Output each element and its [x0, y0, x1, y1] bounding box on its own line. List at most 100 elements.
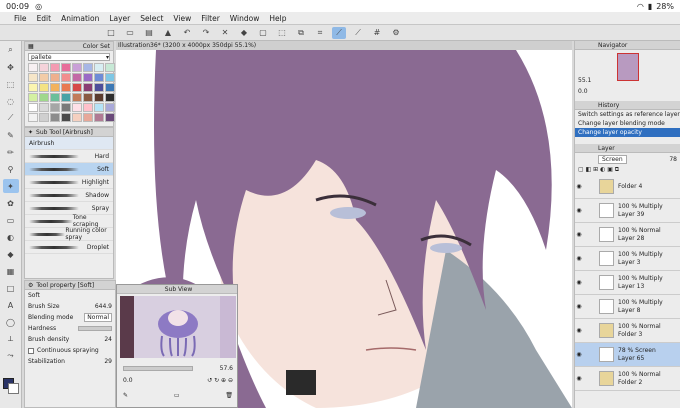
- eye-icon[interactable]: ◉: [575, 207, 583, 214]
- palette-swatch[interactable]: [83, 73, 93, 82]
- palette-swatch[interactable]: [105, 73, 115, 82]
- airbrush-tool-icon[interactable]: ✦: [2, 179, 19, 193]
- trash-icon[interactable]: 🗑: [225, 392, 233, 399]
- palette-swatch[interactable]: [94, 103, 104, 112]
- continuous-checkbox[interactable]: [28, 347, 34, 354]
- palette-swatch[interactable]: [28, 73, 38, 82]
- menu-animation[interactable]: Animation: [61, 14, 99, 23]
- hardness-slider[interactable]: [78, 326, 112, 331]
- eraser-tool-icon[interactable]: ▭: [3, 213, 19, 227]
- layer-row[interactable]: ◉ 100 % Multiply Layer 13: [575, 271, 680, 295]
- move-tool-icon[interactable]: ✥: [3, 60, 19, 74]
- layer-opacity-value[interactable]: 78: [669, 156, 677, 163]
- palette-swatch[interactable]: [39, 63, 49, 72]
- palette-swatch[interactable]: [94, 83, 104, 92]
- palette-swatch[interactable]: [72, 73, 82, 82]
- correct-line-tool-icon[interactable]: ⤳: [3, 349, 19, 363]
- sub-view-zoom-value[interactable]: 57.6: [220, 365, 233, 372]
- snap-ruler-icon[interactable]: ⟋: [332, 26, 346, 39]
- palette-swatch[interactable]: [83, 113, 93, 122]
- sub-view-zoom-row[interactable]: 57.6: [120, 363, 236, 374]
- eyedropper-icon[interactable]: ✎: [123, 392, 128, 399]
- brush-density-value[interactable]: 24: [104, 336, 112, 343]
- palette-swatch[interactable]: [83, 93, 93, 102]
- palette-swatch[interactable]: [72, 83, 82, 92]
- brush-tool-icon[interactable]: ⚲: [3, 162, 19, 176]
- menu-select[interactable]: Select: [140, 14, 163, 23]
- menu-view[interactable]: View: [173, 14, 191, 23]
- palette-swatch[interactable]: [50, 93, 60, 102]
- open-icon[interactable]: ▭: [123, 27, 137, 39]
- brush-item[interactable]: Highlight: [25, 176, 113, 189]
- navigator-zoom-value[interactable]: 55.1: [578, 77, 591, 84]
- palette-swatch[interactable]: [61, 113, 71, 122]
- layer-row[interactable]: ◉ 78 % Screen Layer 65: [575, 343, 680, 367]
- select-tool-icon[interactable]: ⬚: [3, 77, 19, 91]
- palette-swatch[interactable]: [39, 93, 49, 102]
- zoom-tool-icon[interactable]: ⌕: [3, 43, 19, 57]
- palette-swatch[interactable]: [94, 93, 104, 102]
- sub-view-image[interactable]: [120, 296, 236, 358]
- menu-layer[interactable]: Layer: [109, 14, 130, 23]
- settings-icon[interactable]: ⚙: [389, 27, 403, 39]
- undo-icon[interactable]: ↶: [180, 27, 194, 39]
- history-item[interactable]: Change layer blending mode: [575, 119, 680, 128]
- transform-icon[interactable]: ▢: [256, 27, 270, 39]
- sub-tool-group-tab[interactable]: Airbrush: [25, 137, 113, 150]
- fill-icon[interactable]: ◆: [237, 27, 251, 39]
- text-tool-icon[interactable]: A: [3, 298, 19, 312]
- crop-icon[interactable]: ⌗: [313, 27, 327, 39]
- brush-size-row[interactable]: Brush Size 644.9: [25, 301, 115, 312]
- menu-window[interactable]: Window: [230, 14, 260, 23]
- folder-icon[interactable]: ▭: [174, 392, 180, 399]
- palette-swatch[interactable]: [105, 103, 115, 112]
- snap-special-icon[interactable]: ⟋: [351, 27, 365, 39]
- redo-icon[interactable]: ↷: [199, 27, 213, 39]
- gradient-tool-icon[interactable]: ▦: [3, 264, 19, 278]
- layer-folder-row[interactable]: ◉ 100 % Normal Folder 2: [575, 367, 680, 391]
- palette-swatch[interactable]: [105, 63, 115, 72]
- eye-icon[interactable]: ◉: [575, 351, 583, 358]
- menu-help[interactable]: Help: [269, 14, 286, 23]
- palette-swatch[interactable]: [83, 103, 93, 112]
- palette-swatch[interactable]: [39, 83, 49, 92]
- palette-swatch[interactable]: [61, 93, 71, 102]
- palette-swatch[interactable]: [83, 63, 93, 72]
- layer-folder-row[interactable]: ◉ 100 % Normal Folder 3: [575, 319, 680, 343]
- palette-swatch[interactable]: [105, 83, 115, 92]
- layer-row[interactable]: ◉ 100 % Multiply Layer 39: [575, 199, 680, 223]
- layer-row[interactable]: ◉ 100 % Multiply Layer 8: [575, 295, 680, 319]
- sub-view-rotation-value[interactable]: 0.0: [123, 377, 133, 384]
- palette-swatch[interactable]: [28, 83, 38, 92]
- export-icon[interactable]: ▲: [161, 27, 175, 39]
- palette-swatch[interactable]: [50, 73, 60, 82]
- palette-swatch[interactable]: [50, 103, 60, 112]
- layer-row[interactable]: ◉ 100 % Multiply Layer 3: [575, 247, 680, 271]
- palette-swatch[interactable]: [50, 113, 60, 122]
- palette-swatch[interactable]: [105, 93, 115, 102]
- navigator-rotation-value[interactable]: 0.0: [578, 88, 588, 95]
- palette-swatch[interactable]: [28, 113, 38, 122]
- save-icon[interactable]: ▤: [142, 27, 156, 39]
- snap-grid-icon[interactable]: #: [370, 27, 384, 39]
- palette-swatch[interactable]: [50, 63, 60, 72]
- canvas-tab[interactable]: Illustration36* (3200 x 4000px 350dpi 55…: [116, 41, 572, 50]
- invert-icon[interactable]: ⧉: [294, 27, 308, 39]
- menu-file[interactable]: File: [14, 14, 27, 23]
- eye-icon[interactable]: ◉: [575, 183, 583, 190]
- palette-swatch[interactable]: [61, 83, 71, 92]
- eye-icon[interactable]: ◉: [575, 255, 583, 262]
- figure-tool-icon[interactable]: □: [3, 281, 19, 295]
- brush-item[interactable]: Soft: [25, 163, 113, 176]
- lasso-tool-icon[interactable]: ◌: [3, 94, 19, 108]
- brush-item[interactable]: Hard: [25, 150, 113, 163]
- palette-swatch[interactable]: [39, 73, 49, 82]
- palette-swatch[interactable]: [94, 73, 104, 82]
- blend-tool-icon[interactable]: ◐: [3, 230, 19, 244]
- brush-size-value[interactable]: 644.9: [95, 303, 112, 310]
- brush-item[interactable]: Running color spray: [25, 227, 113, 241]
- eyedropper-tool-icon[interactable]: ⟋: [3, 111, 19, 125]
- brush-item[interactable]: Shadow: [25, 189, 113, 202]
- palette-swatch[interactable]: [61, 63, 71, 72]
- layer-row[interactable]: ◉ 100 % Normal Layer 28: [575, 223, 680, 247]
